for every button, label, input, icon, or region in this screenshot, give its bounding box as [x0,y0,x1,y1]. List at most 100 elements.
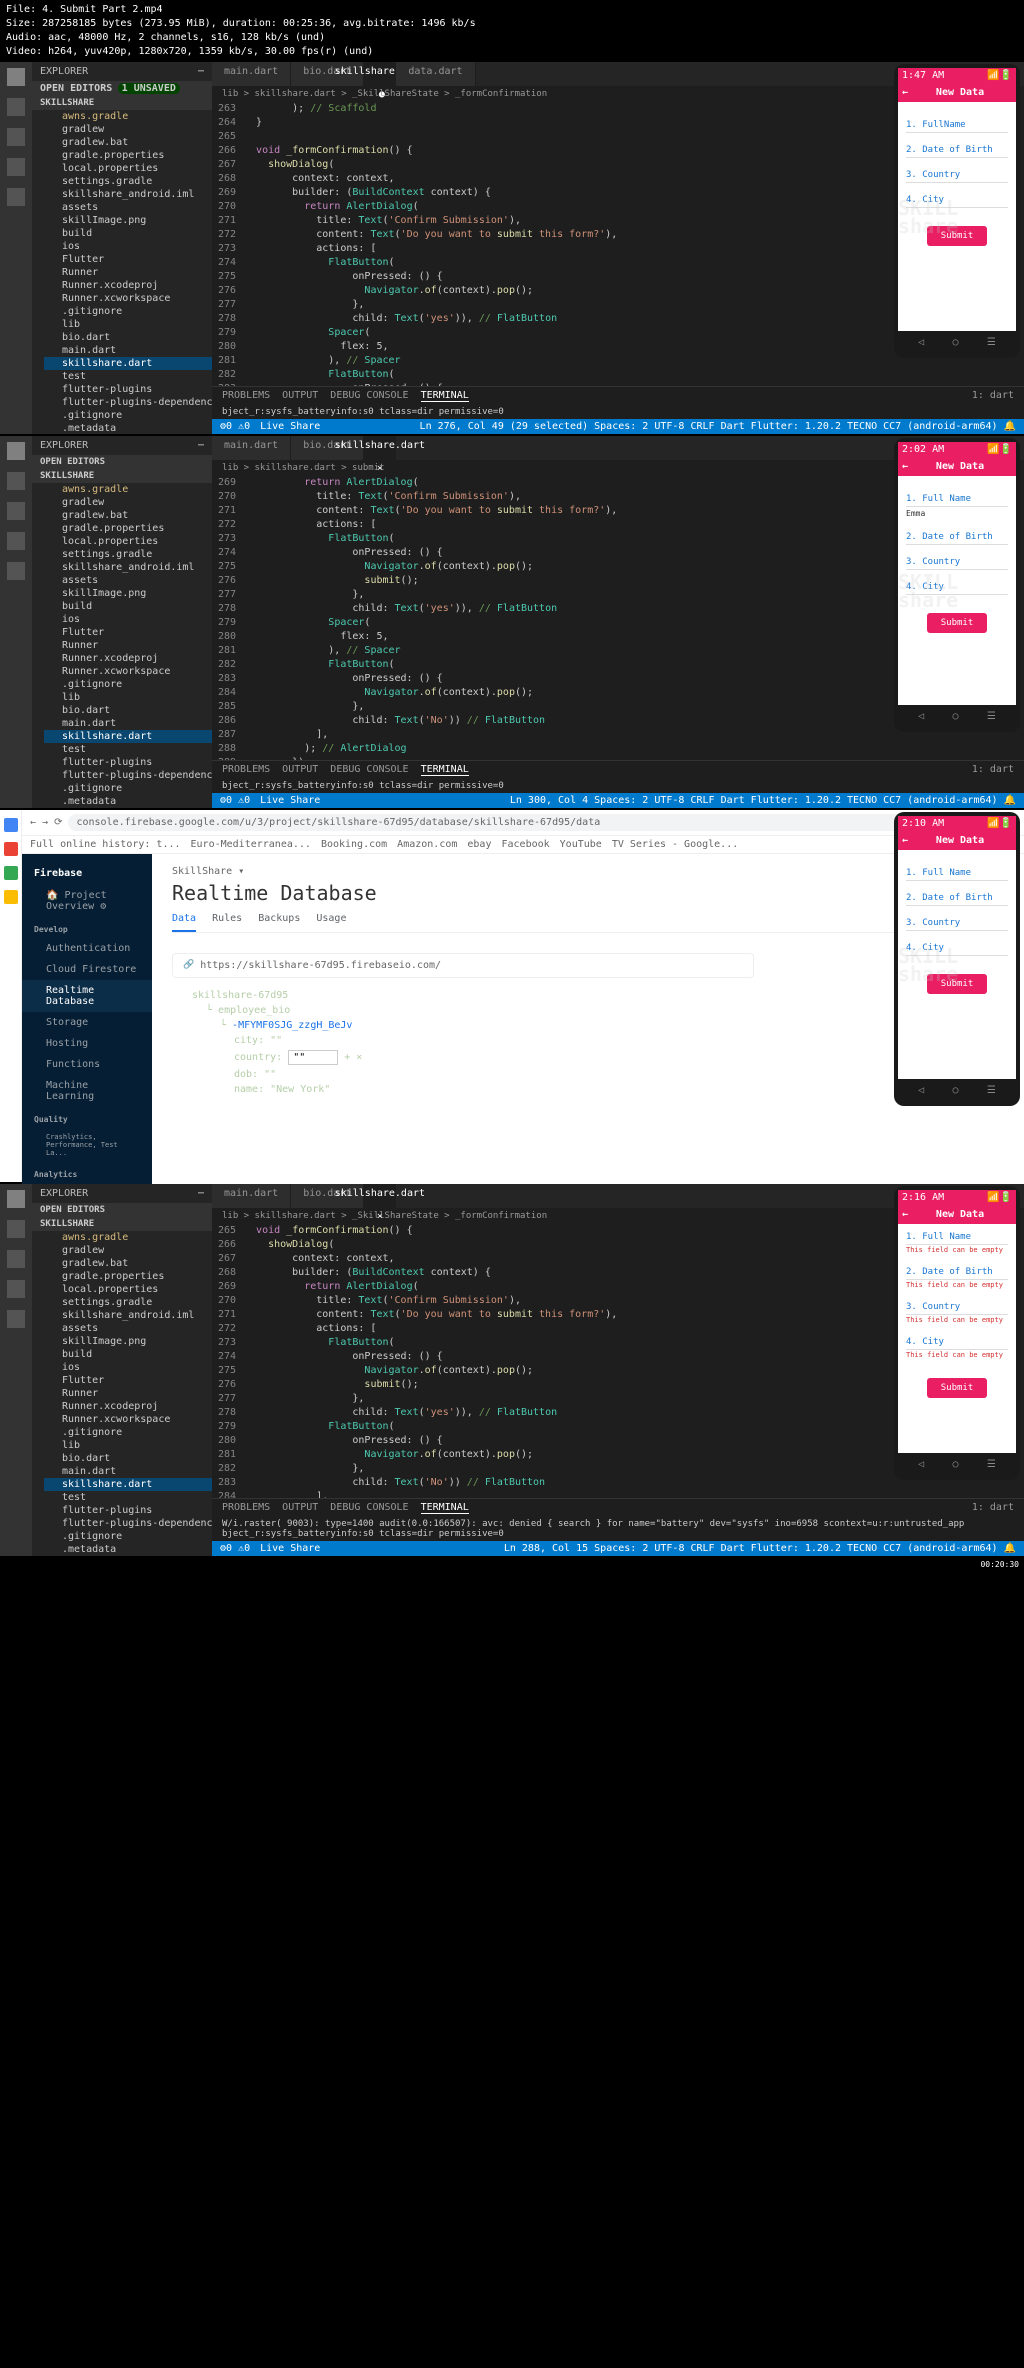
tree-item[interactable]: .metadata [44,422,212,434]
nav-home[interactable]: ○ [953,337,959,348]
nav-firestore[interactable]: Cloud Firestore [22,959,152,980]
tree-item[interactable]: flutter-plugins [44,383,212,396]
file-line: File: 4. Submit Part 2.mp4 [6,3,1018,17]
nav-auth[interactable]: Authentication [22,938,152,959]
tree-item[interactable]: awns.gradle [44,110,212,123]
project-breadcrumb[interactable]: SkillShare ▾ [172,866,1004,877]
output-tab[interactable]: OUTPUT [282,390,318,402]
phone-emulator-4: 2:16 AM📶🔋 ←New Data 1. Full Name This fi… [894,1186,1020,1480]
debug-tab[interactable]: DEBUG CONSOLE [330,390,408,402]
tab-rules[interactable]: Rules [212,913,242,932]
tree-item[interactable]: skillshare_android.iml [44,188,212,201]
tab-data[interactable]: Data [172,913,196,932]
open-editors[interactable]: OPEN EDITORS 1 UNSAVED [32,81,212,96]
address-bar[interactable]: console.firebase.google.com/u/3/project/… [68,814,1016,831]
db-dob[interactable]: dob: "" [192,1067,984,1082]
bookmarks-bar: Full online history: t... Euro-Mediterra… [22,836,1024,854]
reload-icon[interactable]: ⟳ [54,817,62,828]
status-bar: ⚙0 ⚠0Live Share Ln 276, Col 49 (29 selec… [212,419,1024,434]
problems-tab[interactable]: PROBLEMS [222,390,270,402]
debug-icon[interactable] [7,158,25,176]
nav-rtdb[interactable]: Realtime Database [22,980,152,1012]
db-name[interactable]: name: "New York" [192,1082,984,1097]
nav-fwd-icon[interactable]: → [42,817,48,828]
tree-item[interactable]: settings.gradle [44,175,212,188]
tab-usage[interactable]: Usage [316,913,346,932]
fullname-value[interactable]: Emma [906,507,1008,520]
tree-item[interactable]: .gitignore [44,305,212,318]
activity-bar [0,62,32,434]
phone-emulator-3: 2:10 AM📶🔋 ←New Data SKILL share 1. Full … [894,812,1020,1106]
page-title: Realtime Database [172,881,1004,905]
tab-backups[interactable]: Backups [258,913,300,932]
phone-emulator-1: 1:47 AM📶🔋 ←New Data SKILL share 1. FullN… [894,64,1020,358]
tree-item[interactable]: lib [44,318,212,331]
tree-item[interactable]: gradle.properties [44,149,212,162]
terminal-tab[interactable]: TERMINAL [421,390,469,402]
term-kind[interactable]: 1: dart [972,390,1014,402]
back-icon[interactable] [4,818,18,832]
err-fullname: This field can be empty [906,1245,1008,1255]
video-line: Video: h264, yuv420p, 1280x720, 1359 kb/… [6,45,1018,59]
nav-hosting[interactable]: Hosting [22,1033,152,1054]
tree-item[interactable]: gradlew [44,123,212,136]
tree-item[interactable]: Flutter [44,253,212,266]
tab-skill[interactable]: skillshare.dart● [364,62,396,86]
search-icon[interactable] [7,98,25,116]
url-bar: ← → ⟳ console.firebase.google.com/u/3/proj… [22,810,1024,836]
root-node[interactable]: skillshare-67d95 [192,988,984,1003]
tree-item[interactable]: main.dart [44,344,212,357]
db-tree: skillshare-67d95 └ employee_bio └ -MFYMF… [172,978,1004,1107]
tree-item[interactable]: Runner.xcworkspace [44,292,212,305]
tree-item[interactable]: build [44,227,212,240]
git-icon[interactable] [7,128,25,146]
video-info-header: File: 4. Submit Part 2.mp4 Size: 2872581… [0,0,1024,62]
tree-item[interactable]: gradlew.bat [44,136,212,149]
db-key[interactable]: └ -MFYMF0SJG_zzgH_BeJv [192,1018,984,1033]
files-icon[interactable] [7,68,25,86]
cursor-pos[interactable]: Ln 276, Col 49 (29 selected) Spaces: 2 U… [420,421,1016,432]
tree-item[interactable]: skillImage.png [44,214,212,227]
terminal-output: bject_r:sysfs_batteryinfo:s0 tclass=dir … [212,405,1024,419]
watermark: SKILL share [898,199,1016,235]
nav-back[interactable]: ◁ [918,337,924,348]
tree-item[interactable]: skillshare.dart [44,357,212,370]
terminal-tabs: PROBLEMS OUTPUT DEBUG CONSOLE TERMINAL 1… [212,387,1024,405]
size-line: Size: 287258185 bytes (273.95 MiB), dura… [6,17,1018,31]
nav-ml[interactable]: Machine Learning [22,1075,152,1107]
tab-main[interactable]: main.dart [212,62,291,86]
tree-item[interactable]: assets [44,201,212,214]
db-node[interactable]: └ employee_bio [192,1003,984,1018]
tree-item[interactable]: .gitignore [44,409,212,422]
tree-item[interactable]: bio.dart [44,331,212,344]
nav-back-icon[interactable]: ← [30,817,36,828]
field-fullname[interactable]: 1. FullName [906,120,1008,133]
firebase-brand: Firebase [22,862,152,885]
project-overview[interactable]: 🏠 Project Overview ⚙ [22,885,152,917]
more-icon[interactable]: ⋯ [198,66,204,77]
explorer-title: EXPLORER [40,66,88,77]
tree-item[interactable]: flutter-plugins-dependenc... [44,396,212,409]
sidebar: EXPLORER ⋯ OPEN EDITORS 1 UNSAVED SKILLSH… [32,62,212,434]
nav-storage[interactable]: Storage [22,1012,152,1033]
db-url[interactable]: 🔗 https://skillshare-67d95.firebaseio.co… [172,953,754,978]
db-country[interactable]: country: + × [192,1048,984,1067]
terminal-panel: PROBLEMS OUTPUT DEBUG CONSOLE TERMINAL 1… [212,386,1024,419]
tree-item[interactable]: local.properties [44,162,212,175]
db-city[interactable]: city: "" [192,1033,984,1048]
vscode-frame-1: EXPLORER ⋯ OPEN EDITORS 1 UNSAVED SKILLSH… [0,62,1024,434]
nav-recent[interactable]: ☰ [987,337,996,348]
tree-item[interactable]: ios [44,240,212,253]
field-dob[interactable]: 2. Date of Birth [906,145,1008,158]
vscode-frame-2: EXPLORER⋯ OPEN EDITORS SKILLSHARE awns.g… [0,436,1024,808]
country-input[interactable] [288,1050,338,1065]
tab-data[interactable]: data.dart [396,62,475,86]
ext-icon[interactable] [7,188,25,206]
tree-item[interactable]: Runner.xcodeproj [44,279,212,292]
tree-item[interactable]: Runner [44,266,212,279]
nav-functions[interactable]: Functions [22,1054,152,1075]
back-icon[interactable]: ← [902,87,908,98]
tree-item[interactable]: test [44,370,212,383]
project-root[interactable]: SKILLSHARE [32,96,212,110]
field-country[interactable]: 3. Country [906,170,1008,183]
